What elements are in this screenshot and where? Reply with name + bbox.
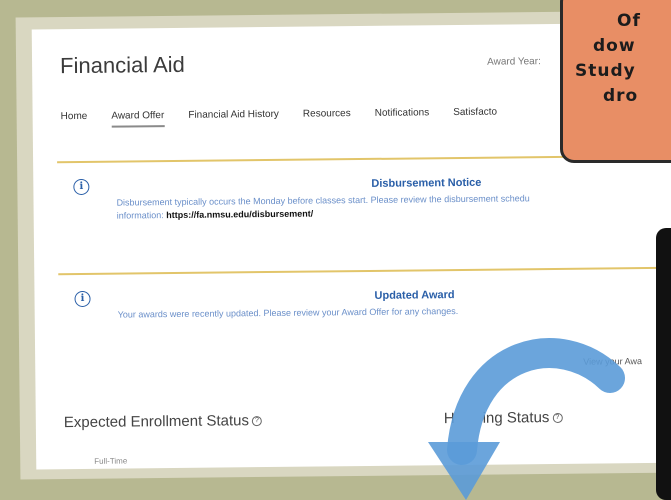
notice-body: Your awards were recently updated. Pleas… (118, 302, 671, 321)
award-year-label: Award Year: (487, 56, 541, 68)
housing-status-label-end: ing Status (482, 409, 550, 427)
info-icon: i (73, 178, 90, 196)
notice-title: Disbursement Notice (371, 176, 482, 190)
disbursement-link[interactable]: https://fa.nmsu.edu/disbursement/ (166, 209, 313, 221)
notice-body-prefix: information: (116, 210, 167, 221)
help-icon[interactable]: ? (552, 412, 563, 424)
callout-line: dro (603, 86, 639, 106)
help-icon[interactable]: ? (251, 416, 262, 427)
tab-financial-aid-history[interactable]: Financial Aid History (188, 109, 279, 127)
tab-resources[interactable]: Resources (303, 108, 351, 125)
callout-box: Of dow Study dro (560, 0, 671, 163)
notice-body-line: Your awards were recently updated. Pleas… (117, 306, 459, 320)
tab-satisfactory[interactable]: Satisfacto (453, 107, 497, 124)
main-nav: Home Award Offer Financial Aid History R… (61, 107, 498, 129)
housing-status-label-start: H (443, 410, 455, 428)
callout-line: dow (593, 36, 636, 56)
page-title: Financial Aid (59, 51, 185, 79)
enrollment-status-label: Expected Enrollment Status (63, 412, 250, 432)
divider (58, 266, 671, 276)
tab-home[interactable]: Home (61, 111, 88, 128)
tab-notifications[interactable]: Notifications (375, 107, 430, 125)
callout-line: Of (617, 11, 641, 31)
tab-award-offer[interactable]: Award Offer (111, 110, 164, 128)
view-award-link[interactable]: View your Awa (583, 356, 642, 367)
side-bar (656, 228, 671, 500)
disbursement-notice: i Disbursement Notice Disbursement typic… (73, 173, 671, 221)
enrollment-status-value: Full-Time (94, 456, 128, 466)
callout-line: Study (575, 61, 636, 81)
housing-status-heading: Hing Status? (444, 409, 563, 427)
notice-body: Disbursement typically occurs the Monday… (116, 190, 671, 222)
notice-title: Updated Award (374, 289, 455, 302)
enrollment-status-heading: Expected Enrollment Status? (64, 412, 262, 431)
updated-award-notice: i Updated Award Your awards were recentl… (74, 285, 671, 320)
info-icon: i (74, 290, 91, 308)
